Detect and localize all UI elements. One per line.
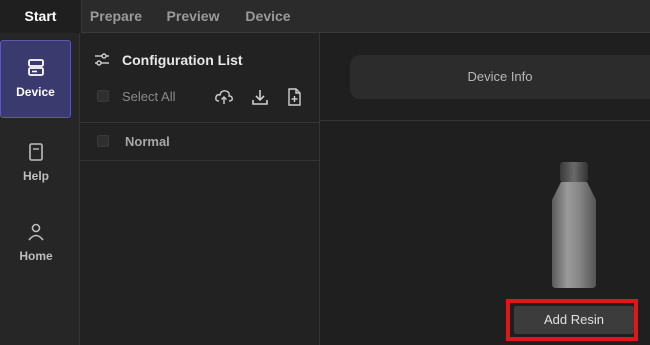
filter-sliders-icon[interactable] [94, 53, 110, 67]
resin-bottle-image [552, 162, 596, 288]
nav-item-home[interactable]: Home [0, 205, 72, 283]
book-icon [29, 143, 43, 161]
select-all-label[interactable]: Select All [122, 89, 175, 104]
config-item-normal[interactable]: Normal [125, 134, 170, 149]
nav-label-help: Help [22, 169, 49, 183]
main-area: Device Info Add Resin [320, 33, 650, 345]
nav-label-device: Device [16, 85, 55, 99]
configuration-panel: Configuration List Select All Normal [80, 33, 320, 345]
tab-start[interactable]: Start [0, 0, 82, 33]
divider [80, 160, 320, 161]
divider [320, 120, 650, 121]
select-all-checkbox[interactable] [97, 90, 109, 102]
top-tab-bar: Start Prepare Preview Device [0, 0, 650, 33]
nav-item-help[interactable]: Help [0, 125, 72, 203]
tab-prepare[interactable]: Prepare [84, 0, 148, 33]
left-nav: Device Help Home [0, 33, 80, 345]
normal-checkbox[interactable] [97, 135, 109, 147]
nav-label-home: Home [19, 249, 53, 263]
tab-preview[interactable]: Preview [160, 0, 226, 33]
user-icon [28, 223, 44, 241]
cloud-upload-icon[interactable] [214, 87, 234, 107]
printer-icon [27, 59, 44, 76]
tab-device[interactable]: Device [238, 0, 298, 33]
download-icon[interactable] [250, 87, 270, 107]
nav-item-device[interactable]: Device [0, 40, 71, 118]
highlight-box [506, 299, 638, 341]
divider [80, 122, 320, 123]
new-file-icon[interactable] [284, 87, 304, 107]
config-list-title: Configuration List [122, 52, 243, 68]
device-info-button[interactable]: Device Info [350, 55, 650, 99]
